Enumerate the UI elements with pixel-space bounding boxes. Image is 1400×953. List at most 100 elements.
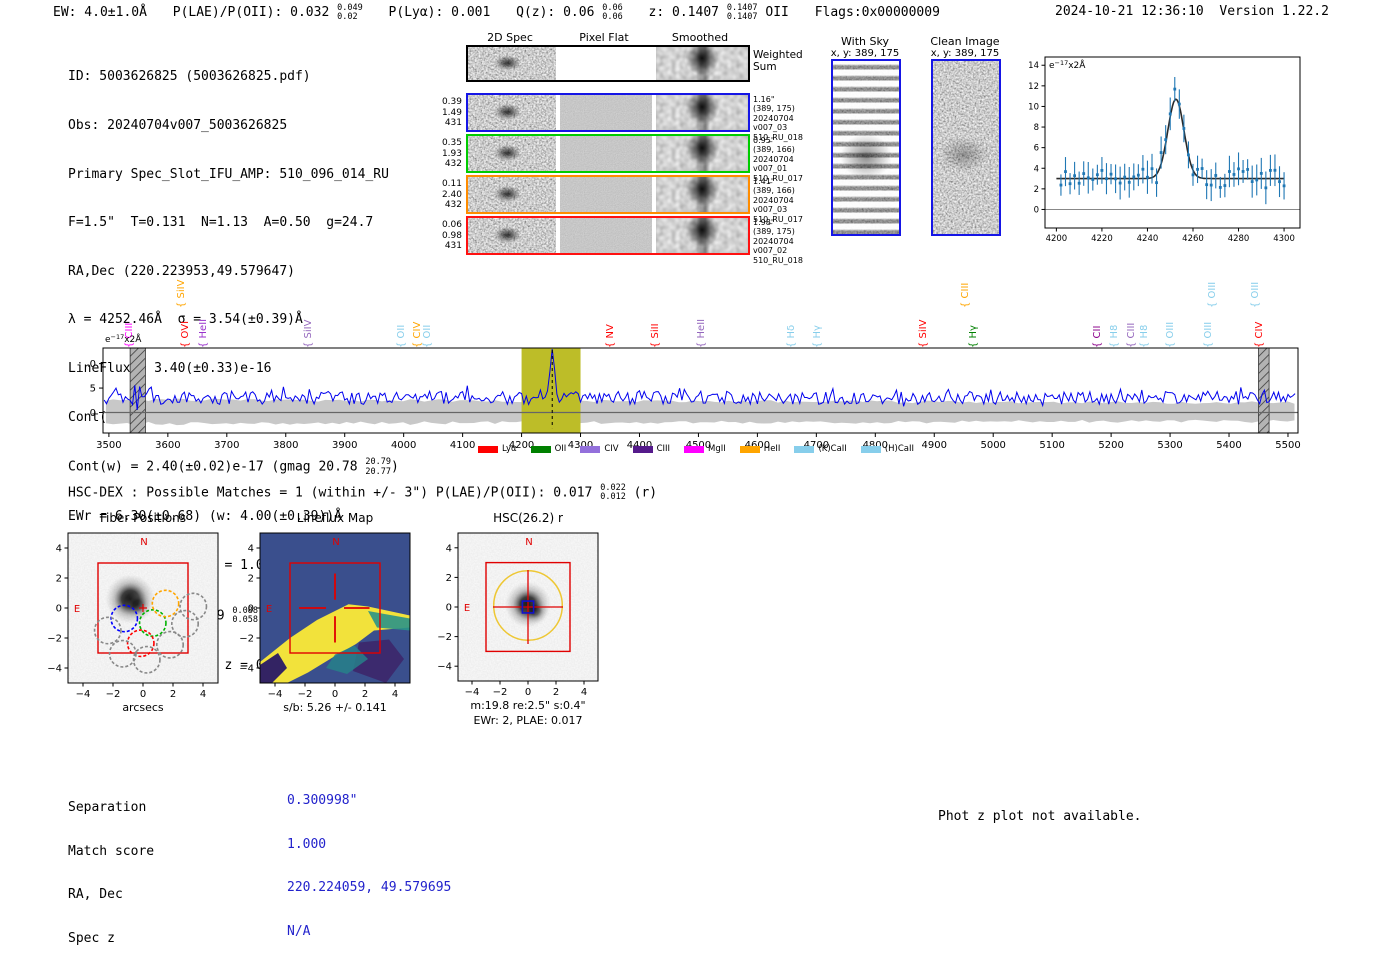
- smoothed-image: [656, 136, 748, 171]
- legend-entry-(H)CaII: (H)CaII: [860, 444, 914, 454]
- svg-text:4260: 4260: [1182, 234, 1204, 244]
- legend-label: Lyα: [502, 444, 517, 454]
- svg-text:2: 2: [446, 573, 452, 584]
- svg-text:4280: 4280: [1228, 234, 1250, 244]
- svg-text:E: E: [464, 603, 470, 614]
- legend-swatch: [530, 445, 551, 453]
- svg-text:e−17x2Å: e−17x2Å: [1049, 59, 1086, 71]
- legend-swatch: [478, 445, 498, 453]
- legend-swatch: [684, 445, 705, 453]
- spectrum-legend: Lyα OII CIV CIII MgII HeII (K)CaII (H)CaII: [478, 444, 914, 454]
- svg-text:2: 2: [248, 574, 254, 585]
- legend-label: HeII: [763, 444, 781, 454]
- svg-text:4200: 4200: [1046, 234, 1068, 244]
- legend-label: (K)CaII: [818, 444, 847, 454]
- hsc-dex-line: HSC-DEX : Possible Matches = 1 (within +…: [68, 483, 658, 503]
- svg-text:4: 4: [1034, 164, 1039, 174]
- fiber-info-stack: 0.95" (389, 166) 20240704 v007_01 510_RU_017: [753, 136, 803, 183]
- with-sky-title: With Sky: [841, 35, 889, 48]
- photz-unavailable-notice: Phot z plot not available.: [938, 809, 1142, 824]
- svg-text:−2: −2: [298, 689, 313, 700]
- legend-entry-CIII: CIII: [632, 444, 671, 454]
- legend-label: OII: [554, 444, 567, 454]
- col-header-smoothed: Smoothed: [671, 31, 729, 44]
- report-timestamp: 2024-10-21 12:36:10: [1055, 4, 1204, 19]
- smoothed-image: [656, 218, 748, 253]
- header-meta: 2024-10-21 12:36:10 Version 1.22.2: [1055, 4, 1329, 19]
- spec2d-image: [468, 95, 556, 130]
- plae-poii-stat: P(LAE)/P(OII): 0.032 0.049 0.02: [172, 3, 363, 23]
- match-value: 0.300998": [287, 793, 358, 809]
- legend-swatch: [739, 445, 760, 453]
- fiber-positions-panel: −4 −2 0 2 4 4 2 0 −2 −4 Fiber Positions N Earcsecs: [47, 511, 219, 714]
- line-label-SiIV: { SiIV: [175, 279, 187, 308]
- svg-text:N: N: [525, 537, 532, 548]
- svg-text:−2: −2: [106, 689, 121, 700]
- match-label: Match score: [68, 843, 155, 859]
- plya-stat: P(Lyα): 0.001: [388, 5, 491, 21]
- spec2d-image: [468, 47, 556, 80]
- legend-swatch: [632, 445, 653, 453]
- svg-text:5000: 5000: [980, 440, 1005, 451]
- match-value: 220.224059, 49.579695: [287, 880, 452, 896]
- smoothed-image: [656, 177, 748, 212]
- svg-text:N: N: [140, 537, 147, 548]
- clean-smudge: [942, 137, 990, 172]
- svg-text:−4: −4: [437, 662, 452, 673]
- svg-text:6: 6: [1034, 144, 1039, 154]
- svg-text:E: E: [266, 604, 272, 615]
- report-version: Version 1.22.2: [1219, 4, 1329, 19]
- svg-text:3700: 3700: [214, 440, 239, 451]
- svg-text:3600: 3600: [155, 440, 180, 451]
- clean-image-coords: x, y: 389, 175: [930, 48, 1000, 59]
- svg-text:arcsecs: arcsecs: [122, 701, 164, 714]
- svg-text:4000: 4000: [391, 440, 416, 451]
- svg-text:4: 4: [248, 544, 254, 555]
- qz-stat: Q(z): 0.06 0.06 0.06: [516, 3, 623, 23]
- match-label: Spec z: [68, 931, 115, 947]
- match-table-labels: Separation Match score RA, Dec Spec z Ph…: [68, 772, 185, 953]
- legend-label: CIV: [604, 444, 619, 454]
- svg-text:4: 4: [446, 543, 452, 554]
- svg-text:0: 0: [140, 689, 146, 700]
- detection-id: ID: 5003626825 (5003626825.pdf): [68, 69, 311, 85]
- match-label: RA, Dec: [68, 887, 123, 903]
- fiber-info-stack: 1.41" (389, 166) 20240704 v007_03 510_RU_017: [753, 177, 803, 224]
- linefit-plot: 0 2 4 6 8 10 12 14 4200 4220 4240 4260 4280 4300 e−17x…: [1028, 56, 1301, 244]
- clean-image: [931, 59, 1001, 236]
- svg-text:12: 12: [1028, 82, 1039, 92]
- lineflux-map-panel: −4 −2 0 2 4 4 2 0 −2 −4 Lineflux Map N Es/b: 5.26 +/…: [239, 511, 411, 714]
- svg-text:0: 0: [90, 408, 96, 419]
- svg-text:Fiber Positions: Fiber Positions: [100, 511, 186, 525]
- fiber-weight-stack: 0.06 0.98 431: [441, 220, 462, 251]
- svg-text:3500: 3500: [96, 440, 121, 451]
- fiber-weight-stack: 0.11 2.40 432: [441, 179, 462, 210]
- svg-text:2: 2: [553, 687, 559, 698]
- svg-text:8: 8: [1034, 123, 1039, 133]
- match-value: 1.000: [287, 836, 327, 852]
- svg-text:4220: 4220: [1091, 234, 1113, 244]
- svg-text:4: 4: [56, 544, 62, 555]
- legend-label: (H)CaII: [884, 444, 914, 454]
- z-stat: z: 0.1407 0.1407 0.1407 OII: [648, 3, 789, 23]
- smoothed-image: [656, 47, 748, 80]
- smoothed-image: [656, 95, 748, 130]
- pixel-flat-image: [560, 177, 652, 212]
- legend-label: CIII: [656, 444, 671, 454]
- cutout-row: [466, 216, 750, 255]
- legend-entry-HeII: HeII: [739, 444, 781, 454]
- svg-text:−4: −4: [465, 687, 480, 698]
- svg-text:−2: −2: [47, 634, 62, 645]
- svg-text:5200: 5200: [1098, 440, 1123, 451]
- pixel-flat-image: [560, 95, 652, 130]
- svg-text:N: N: [332, 537, 339, 548]
- cutout-row: [466, 93, 750, 132]
- weighted-sum-label: Weighted Sum: [753, 49, 803, 73]
- with-sky-image: [831, 59, 901, 236]
- svg-text:0: 0: [248, 604, 254, 615]
- legend-swatch: [580, 445, 601, 453]
- svg-text:0: 0: [446, 603, 452, 614]
- legend-entry-(K)CaII: (K)CaII: [794, 444, 847, 454]
- clean-image-title: Clean Image: [930, 35, 1000, 48]
- svg-text:−4: −4: [47, 664, 62, 675]
